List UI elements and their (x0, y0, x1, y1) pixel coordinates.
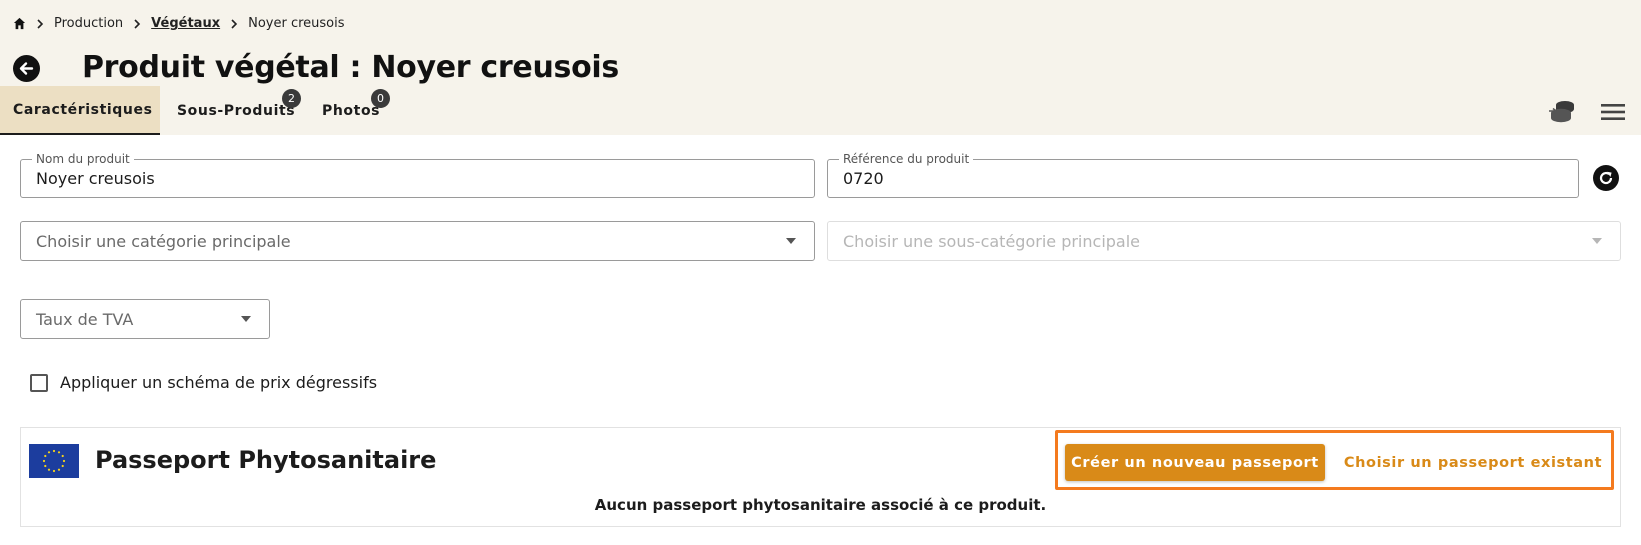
tab-caracteristiques[interactable]: Caractéristiques (0, 86, 160, 135)
tab-photos[interactable]: Photos 0 (305, 86, 395, 135)
vat-rate-select[interactable]: Taux de TVA (20, 299, 270, 339)
eu-flag-icon (29, 444, 79, 478)
coins-icon[interactable] (1548, 99, 1576, 125)
tab-label: Caractéristiques (13, 101, 153, 118)
field-value: Noyer creusois (36, 169, 155, 188)
caret-down-icon (1592, 238, 1602, 244)
home-icon[interactable] (13, 17, 26, 30)
tab-label: Sous-Produits (177, 102, 296, 119)
passport-title: Passeport Phytosanitaire (95, 446, 437, 474)
select-placeholder: Taux de TVA (36, 309, 134, 329)
arrow-left-icon (19, 62, 34, 75)
select-placeholder: Choisir une catégorie principale (36, 231, 291, 251)
breadcrumb-current: Noyer creusois (248, 16, 345, 31)
checkbox-label: Appliquer un schéma de prix dégressifs (60, 373, 378, 392)
back-button[interactable] (13, 55, 40, 82)
choose-existing-passport-button[interactable]: Choisir un passeport existant (1344, 444, 1602, 481)
select-placeholder: Choisir une sous-catégorie principale (843, 231, 1141, 251)
refresh-reference-button[interactable] (1593, 165, 1619, 191)
count-badge: 0 (371, 89, 390, 108)
degressive-pricing-checkbox[interactable] (30, 373, 48, 392)
chevron-right-icon (231, 18, 238, 29)
breadcrumb: Production Végétaux Noyer creusois (13, 16, 345, 31)
caret-down-icon (786, 238, 796, 244)
product-reference-field[interactable]: Référence du produit 0720 (827, 152, 1579, 198)
tab-sous-produits[interactable]: Sous-Produits 2 (160, 86, 305, 135)
menu-icon[interactable] (1601, 102, 1625, 122)
refresh-icon (1599, 171, 1613, 185)
create-passport-button[interactable]: Créer un nouveau passeport (1065, 444, 1325, 481)
degressive-pricing-option[interactable]: Appliquer un schéma de prix dégressifs (30, 373, 377, 392)
sub-category-select: Choisir une sous-catégorie principale (827, 221, 1621, 261)
chevron-right-icon (134, 18, 141, 29)
product-name-field[interactable]: Nom du produit Noyer creusois (20, 152, 815, 198)
chevron-right-icon (37, 18, 44, 29)
breadcrumb-production[interactable]: Production (54, 16, 123, 31)
main-category-select[interactable]: Choisir une catégorie principale (20, 221, 815, 261)
breadcrumb-vegetaux[interactable]: Végétaux (151, 16, 220, 31)
page-title: Produit végétal : Noyer creusois (82, 50, 619, 85)
empty-passport-message: Aucun passeport phytosanitaire associé à… (594, 496, 1047, 514)
tab-label: Photos (322, 102, 381, 119)
field-value: 0720 (843, 169, 884, 188)
count-badge: 2 (282, 89, 301, 108)
caret-down-icon (241, 316, 251, 322)
tab-bar: Caractéristiques Sous-Produits 2 Photos … (0, 86, 395, 135)
